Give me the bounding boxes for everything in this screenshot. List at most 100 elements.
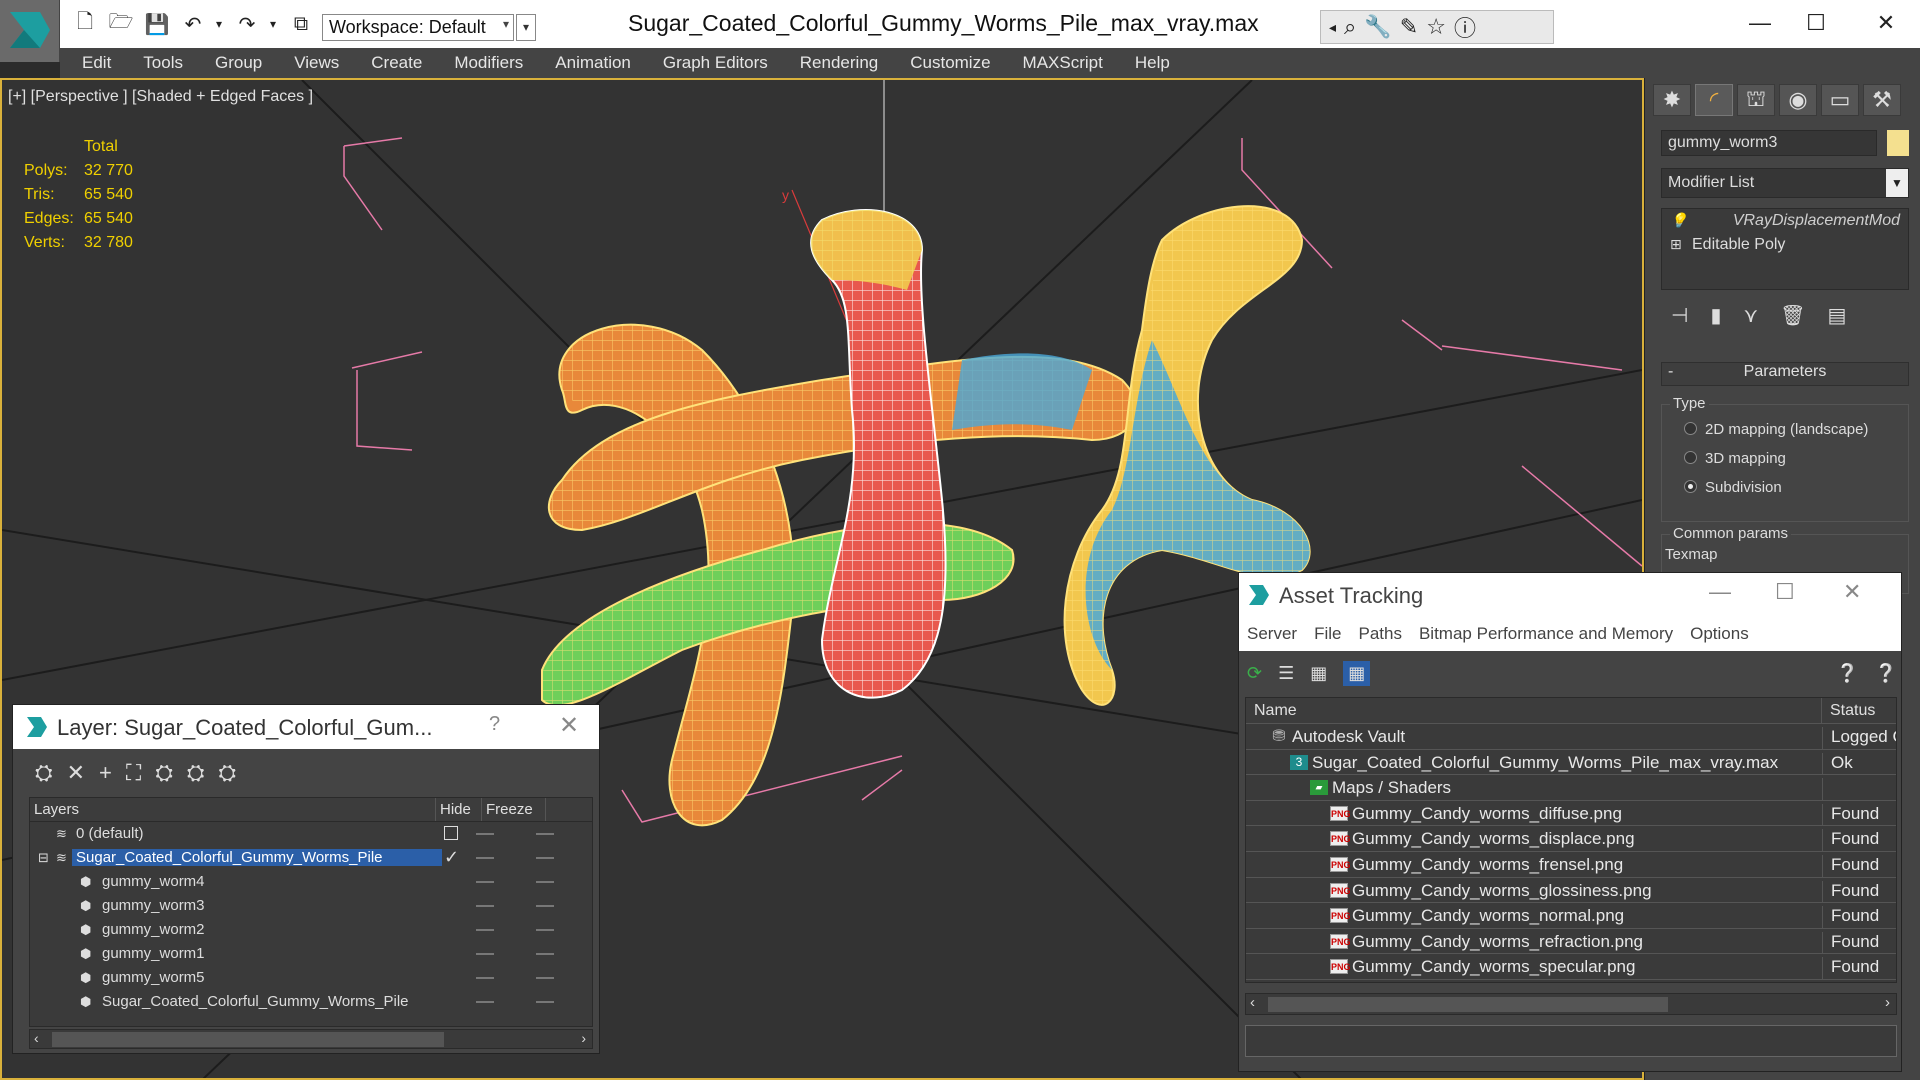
freeze-toggle[interactable] bbox=[536, 833, 554, 835]
menu-file[interactable]: File bbox=[1314, 624, 1341, 644]
create-tab-icon[interactable]: ✸ bbox=[1653, 84, 1691, 116]
utilities-tab-icon[interactable]: ⚒ bbox=[1863, 84, 1901, 116]
project-folder-icon[interactable]: ⧉ bbox=[288, 12, 314, 36]
scroll-left-icon[interactable]: ‹ bbox=[34, 1030, 39, 1046]
stack-item-vraydisplacementmod[interactable]: 💡 VRayDisplacementMod bbox=[1662, 209, 1908, 233]
set-current-layer-icon[interactable]: ⛭ bbox=[187, 760, 205, 786]
freeze-toggle[interactable] bbox=[536, 857, 554, 859]
menu-group[interactable]: Group bbox=[215, 53, 262, 73]
freeze-toggle[interactable] bbox=[536, 929, 554, 931]
sign-in-icon[interactable]: ✎ bbox=[1400, 14, 1418, 40]
layer-row[interactable]: ≋ 0 (default) bbox=[30, 822, 592, 846]
hierarchy-tab-icon[interactable]: ⛫ bbox=[1737, 84, 1775, 116]
configure-modifier-sets-icon[interactable]: ▤ bbox=[1827, 303, 1846, 328]
open-file-icon[interactable]: 🗁 bbox=[108, 11, 134, 36]
remove-modifier-icon[interactable]: 🗑 bbox=[1780, 303, 1805, 328]
asset-row[interactable]: PNG Gummy_Candy_worms_diffuse.png Found bbox=[1246, 801, 1896, 827]
menu-rendering[interactable]: Rendering bbox=[800, 53, 878, 73]
asset-row[interactable]: PNG Gummy_Candy_worms_specular.png Found bbox=[1246, 954, 1896, 980]
freeze-toggle[interactable] bbox=[536, 881, 554, 883]
expand-plus-icon[interactable]: ⊞ bbox=[1670, 236, 1682, 253]
redo-dropdown-icon[interactable]: ▾ bbox=[260, 12, 286, 36]
undo-dropdown-icon[interactable]: ▾ bbox=[206, 12, 232, 36]
thumbnail-view-icon[interactable]: ▦ bbox=[1310, 663, 1327, 684]
viewport-label[interactable]: [+] [Perspective ] [Shaded + Edged Faces… bbox=[8, 88, 313, 106]
col-layers[interactable]: Layers bbox=[30, 798, 436, 821]
pin-stack-icon[interactable]: ⊣ bbox=[1671, 303, 1688, 328]
undo-icon[interactable]: ↶ bbox=[180, 12, 206, 36]
asset-row[interactable]: 3 Sugar_Coated_Colorful_Gummy_Worms_Pile… bbox=[1246, 750, 1896, 776]
menu-customize[interactable]: Customize bbox=[910, 53, 990, 73]
close-button[interactable]: ✕ bbox=[1866, 8, 1906, 38]
freeze-toggle[interactable] bbox=[536, 953, 554, 955]
menu-views[interactable]: Views bbox=[294, 53, 339, 73]
favorites-star-icon[interactable]: ☆ bbox=[1426, 14, 1446, 40]
context-help-icon[interactable]: ❔ bbox=[1875, 663, 1897, 684]
select-objects-icon[interactable]: ⛶ bbox=[126, 760, 141, 786]
asset-row[interactable]: PNG Gummy_Candy_worms_refraction.png Fou… bbox=[1246, 929, 1896, 955]
arrow-left-icon[interactable]: ◂ bbox=[1329, 19, 1336, 36]
layer-row[interactable]: ⬢ gummy_worm4 bbox=[30, 870, 592, 894]
menu-animation[interactable]: Animation bbox=[555, 53, 631, 73]
list-view-icon[interactable]: ☰ bbox=[1278, 663, 1294, 684]
delete-layer-icon[interactable]: ✕ bbox=[67, 760, 85, 786]
workspace-select[interactable]: Workspace: Default ▾ bbox=[322, 14, 514, 41]
radio-3d-mapping[interactable]: 3D mapping bbox=[1684, 450, 1786, 467]
modifier-list-dropdown[interactable]: Modifier List ▼ bbox=[1661, 168, 1909, 198]
asset-row[interactable]: PNG Gummy_Candy_worms_displace.png Found bbox=[1246, 826, 1896, 852]
layer-row[interactable]: ⊟ ≋ Sugar_Coated_Colorful_Gummy_Worms_Pi… bbox=[30, 846, 592, 870]
make-unique-icon[interactable]: ⋎ bbox=[1743, 303, 1758, 328]
new-file-icon[interactable]: 🗋 bbox=[72, 11, 98, 36]
asset-row[interactable]: PNG Gummy_Candy_worms_frensel.png Found bbox=[1246, 852, 1896, 878]
hide-toggle[interactable] bbox=[476, 833, 494, 835]
asset-row[interactable]: PNG Gummy_Candy_worms_glossiness.png Fou… bbox=[1246, 878, 1896, 904]
object-color-swatch[interactable] bbox=[1887, 130, 1909, 156]
app-logo-icon[interactable] bbox=[0, 0, 60, 62]
hide-toggle[interactable] bbox=[476, 905, 494, 907]
hide-toggle[interactable] bbox=[476, 929, 494, 931]
workspace-menu-button[interactable]: ▾ bbox=[516, 14, 536, 41]
menu-create[interactable]: Create bbox=[371, 53, 422, 73]
hide-toggle[interactable] bbox=[476, 977, 494, 979]
col-name[interactable]: Name bbox=[1246, 698, 1822, 723]
scroll-right-icon[interactable]: › bbox=[1885, 994, 1890, 1011]
save-icon[interactable]: 💾 bbox=[144, 12, 170, 36]
collapse-icon[interactable]: ⊟ bbox=[38, 850, 49, 866]
hide-toggle[interactable] bbox=[476, 881, 494, 883]
menu-server[interactable]: Server bbox=[1247, 624, 1297, 644]
scroll-left-icon[interactable]: ‹ bbox=[1250, 994, 1255, 1011]
menu-edit[interactable]: Edit bbox=[82, 53, 111, 73]
layer-row[interactable]: ⬢ gummy_worm1 bbox=[30, 942, 592, 966]
menu-options[interactable]: Options bbox=[1690, 624, 1749, 644]
layer-row[interactable]: ⬢ Sugar_Coated_Colorful_Gummy_Worms_Pile bbox=[30, 990, 592, 1014]
close-icon[interactable]: ✕ bbox=[559, 711, 579, 740]
redo-icon[interactable]: ↷ bbox=[234, 12, 260, 36]
freeze-toggle[interactable] bbox=[536, 1001, 554, 1003]
display-tab-icon[interactable]: ▭ bbox=[1821, 84, 1859, 116]
minimize-button[interactable]: — bbox=[1740, 8, 1780, 38]
table-view-icon[interactable]: ▦ bbox=[1343, 660, 1371, 686]
binoculars-icon[interactable]: ⌕ bbox=[1344, 14, 1356, 40]
layer-row[interactable]: ⬢ gummy_worm2 bbox=[30, 918, 592, 942]
checkmark-icon[interactable]: ✓ bbox=[444, 847, 459, 868]
menu-paths[interactable]: Paths bbox=[1358, 624, 1401, 644]
refresh-icon[interactable]: ⟳ bbox=[1247, 663, 1262, 684]
hide-all-layers-icon[interactable]: ⛭ bbox=[219, 760, 237, 786]
col-status[interactable]: Status bbox=[1822, 698, 1883, 723]
asset-row[interactable]: PNG Gummy_Candy_worms_normal.png Found bbox=[1246, 903, 1896, 929]
close-button[interactable]: ✕ bbox=[1843, 579, 1861, 605]
layer-row[interactable]: ⬢ gummy_worm3 bbox=[30, 894, 592, 918]
freeze-toggle[interactable] bbox=[536, 905, 554, 907]
create-layer-icon[interactable]: ⛭ bbox=[35, 760, 53, 786]
show-end-result-icon[interactable]: ▮ bbox=[1710, 303, 1721, 328]
minimize-button[interactable]: — bbox=[1709, 579, 1731, 605]
help-icon[interactable]: ? bbox=[489, 713, 500, 736]
layer-row[interactable]: ⬢ gummy_worm5 bbox=[30, 966, 592, 990]
wrench-icon[interactable]: 🔧 bbox=[1364, 14, 1391, 40]
lightbulb-icon[interactable]: 💡 bbox=[1670, 212, 1687, 229]
scrollbar-thumb[interactable] bbox=[52, 1032, 444, 1047]
modify-tab-icon[interactable]: ◜ bbox=[1695, 84, 1733, 116]
menu-modifiers[interactable]: Modifiers bbox=[454, 53, 523, 73]
asset-horizontal-scrollbar[interactable]: ‹ › bbox=[1245, 993, 1897, 1015]
add-to-layer-icon[interactable]: + bbox=[99, 760, 112, 786]
